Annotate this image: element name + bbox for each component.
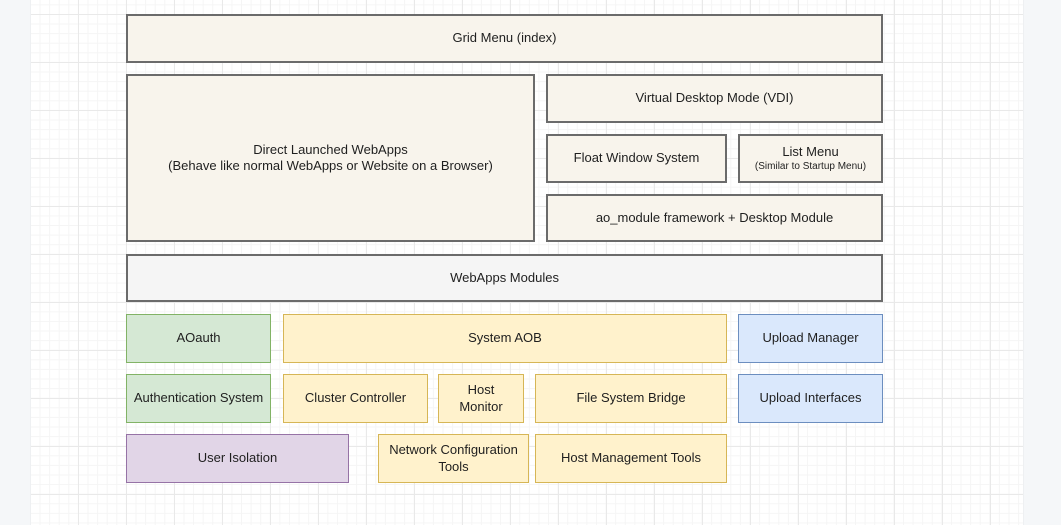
box-upload-interfaces-label: Upload Interfaces xyxy=(760,390,862,406)
box-file-system-bridge: File System Bridge xyxy=(535,374,727,423)
box-list-menu-sublabel: (Similar to Startup Menu) xyxy=(755,160,866,173)
box-authentication-system: Authentication System xyxy=(126,374,271,423)
box-direct-launched-webapps: Direct Launched WebApps (Behave like nor… xyxy=(126,74,535,242)
box-system-aob-label: System AOB xyxy=(468,330,542,346)
box-host-management-tools-label: Host Management Tools xyxy=(561,450,701,466)
box-system-aob: System AOB xyxy=(283,314,727,363)
box-float-window-system: Float Window System xyxy=(546,134,727,183)
box-ao-module-framework-label: ao_module framework + Desktop Module xyxy=(596,210,833,226)
box-direct-launched-webapps-sublabel: (Behave like normal WebApps or Website o… xyxy=(168,158,493,174)
box-webapps-modules: WebApps Modules xyxy=(126,254,883,302)
box-aoauth: AOauth xyxy=(126,314,271,363)
box-grid-menu-label: Grid Menu (index) xyxy=(452,30,556,46)
box-virtual-desktop-mode-label: Virtual Desktop Mode (VDI) xyxy=(636,90,794,106)
box-grid-menu: Grid Menu (index) xyxy=(126,14,883,63)
box-list-menu-label: List Menu xyxy=(782,144,838,160)
box-upload-manager: Upload Manager xyxy=(738,314,883,363)
box-host-monitor: Host Monitor xyxy=(438,374,524,423)
box-webapps-modules-label: WebApps Modules xyxy=(450,270,559,286)
box-cluster-controller: Cluster Controller xyxy=(283,374,428,423)
canvas-left-margin xyxy=(0,0,31,525)
box-file-system-bridge-label: File System Bridge xyxy=(576,390,685,406)
box-user-isolation-label: User Isolation xyxy=(198,450,277,466)
box-list-menu: List Menu (Similar to Startup Menu) xyxy=(738,134,883,183)
box-authentication-system-label: Authentication System xyxy=(134,390,263,406)
box-network-configuration-tools: Network Configuration Tools xyxy=(378,434,529,483)
box-virtual-desktop-mode: Virtual Desktop Mode (VDI) xyxy=(546,74,883,123)
box-network-configuration-tools-label: Network Configuration Tools xyxy=(385,442,522,475)
box-direct-launched-webapps-label: Direct Launched WebApps xyxy=(253,142,407,158)
box-cluster-controller-label: Cluster Controller xyxy=(305,390,406,406)
box-float-window-system-label: Float Window System xyxy=(574,150,700,166)
box-host-monitor-label: Host Monitor xyxy=(445,382,517,415)
box-ao-module-framework: ao_module framework + Desktop Module xyxy=(546,194,883,242)
canvas-right-margin xyxy=(1023,0,1061,525)
box-upload-manager-label: Upload Manager xyxy=(762,330,858,346)
diagram-canvas: Grid Menu (index) Direct Launched WebApp… xyxy=(0,0,1061,525)
box-aoauth-label: AOauth xyxy=(176,330,220,346)
box-user-isolation: User Isolation xyxy=(126,434,349,483)
box-host-management-tools: Host Management Tools xyxy=(535,434,727,483)
box-upload-interfaces: Upload Interfaces xyxy=(738,374,883,423)
